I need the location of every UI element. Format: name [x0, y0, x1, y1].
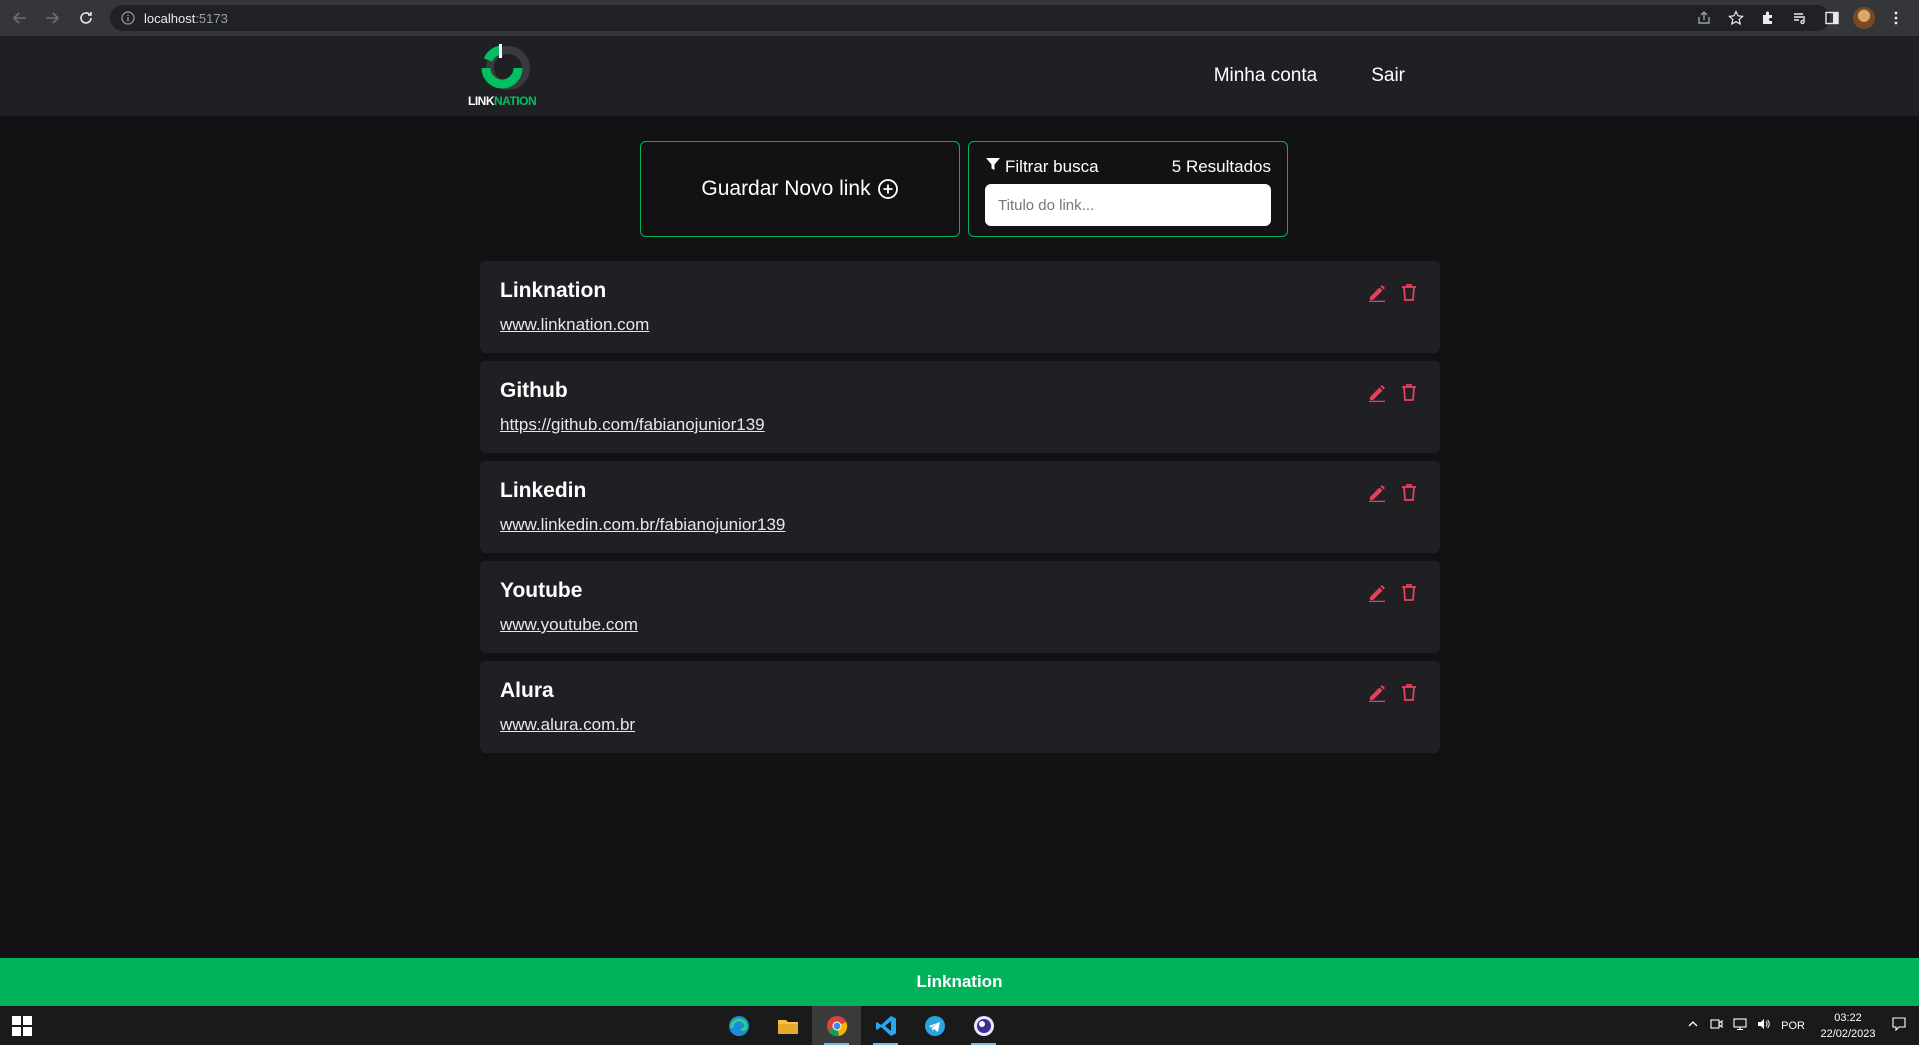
link-title: Linkedin — [500, 479, 587, 502]
filter-panel: Filtrar busca 5 Resultados — [968, 141, 1288, 237]
logo-text: LINKNATION — [468, 94, 537, 108]
telegram-icon[interactable] — [910, 1006, 959, 1045]
link-title: Alura — [500, 679, 554, 702]
link-url[interactable]: https://github.com/fabianojunior139 — [500, 415, 765, 435]
file-explorer-icon[interactable] — [763, 1006, 812, 1045]
link-title: Youtube — [500, 579, 583, 602]
taskbar-apps — [714, 1006, 1008, 1045]
link-card: Github https://github.com/fabianojunior1… — [480, 361, 1440, 453]
clock-time: 03:22 — [1834, 1011, 1862, 1024]
delete-trash-icon[interactable] — [1398, 681, 1420, 703]
edit-pencil-icon[interactable] — [1366, 381, 1388, 403]
edit-pencil-icon[interactable] — [1366, 581, 1388, 603]
link-url[interactable]: www.linknation.com — [500, 315, 649, 335]
notification-icon[interactable] — [1891, 1016, 1907, 1035]
chevron-up-icon[interactable] — [1687, 1018, 1699, 1033]
nav-sair[interactable]: Sair — [1371, 65, 1405, 87]
delete-trash-icon[interactable] — [1398, 381, 1420, 403]
language-indicator[interactable]: POR — [1781, 1020, 1805, 1032]
edit-pencil-icon[interactable] — [1366, 281, 1388, 303]
info-icon[interactable] — [120, 10, 136, 26]
new-link-button[interactable]: Guardar Novo link — [640, 141, 960, 237]
link-url[interactable]: www.linkedin.com.br/fabianojunior139 — [500, 515, 785, 535]
delete-trash-icon[interactable] — [1398, 581, 1420, 603]
profile-avatar[interactable] — [1851, 5, 1877, 31]
browser-toolbar: localhost:5173 — [0, 0, 1919, 36]
delete-trash-icon[interactable] — [1398, 481, 1420, 503]
footer-label: Linknation — [916, 972, 1003, 991]
edge-icon[interactable] — [714, 1006, 763, 1045]
plus-circle-icon — [877, 178, 899, 200]
app-footer: Linknation — [0, 958, 1919, 1006]
linknation-logo[interactable]: LINKNATION — [468, 42, 540, 110]
chrome-icon[interactable] — [812, 1006, 861, 1045]
app-icon[interactable] — [959, 1006, 1008, 1045]
link-card: Linkedin www.linkedin.com.br/fabianojuni… — [480, 461, 1440, 553]
link-title: Linknation — [500, 279, 607, 302]
new-link-label: Guardar Novo link — [701, 177, 871, 200]
back-icon[interactable] — [4, 0, 36, 36]
link-list: Linknation www.linknation.com Github htt… — [480, 261, 1440, 761]
filter-search-input[interactable] — [985, 184, 1271, 226]
nav-minha-conta[interactable]: Minha conta — [1214, 65, 1318, 87]
share-icon[interactable] — [1691, 5, 1717, 31]
filter-heading: Filtrar busca — [985, 156, 1099, 177]
link-card: Linknation www.linknation.com — [480, 261, 1440, 353]
windows-taskbar: POR 03:22 22/02/2023 — [0, 1006, 1919, 1045]
extensions-icon[interactable] — [1755, 5, 1781, 31]
bookmark-star-icon[interactable] — [1723, 5, 1749, 31]
vscode-icon[interactable] — [861, 1006, 910, 1045]
reload-icon[interactable] — [70, 0, 102, 36]
link-title: Github — [500, 379, 568, 402]
edit-pencil-icon[interactable] — [1366, 681, 1388, 703]
filter-label: Filtrar busca — [1005, 156, 1099, 176]
media-queue-icon[interactable] — [1787, 5, 1813, 31]
edit-pencil-icon[interactable] — [1366, 481, 1388, 503]
forward-icon[interactable] — [36, 0, 68, 36]
link-card: Alura www.alura.com.br — [480, 661, 1440, 753]
header-nav: Minha conta Sair — [1214, 36, 1405, 116]
network-icon[interactable] — [1733, 1017, 1747, 1034]
clock[interactable]: 03:22 22/02/2023 — [1815, 1010, 1881, 1042]
app-header: LINKNATION Minha conta Sair — [0, 36, 1919, 116]
results-count: 5 Resultados — [1171, 156, 1271, 176]
meet-now-icon[interactable] — [1709, 1017, 1723, 1034]
delete-trash-icon[interactable] — [1398, 281, 1420, 303]
volume-icon[interactable] — [1757, 1017, 1771, 1034]
system-tray: POR 03:22 22/02/2023 — [1687, 1006, 1919, 1045]
browser-actions — [1691, 0, 1919, 36]
filter-icon — [985, 156, 1001, 177]
clock-date: 22/02/2023 — [1820, 1027, 1876, 1040]
url-text: localhost:5173 — [144, 10, 228, 26]
windows-start-icon[interactable] — [12, 1016, 32, 1036]
menu-icon[interactable] — [1883, 5, 1909, 31]
link-card: Youtube www.youtube.com — [480, 561, 1440, 653]
side-panel-icon[interactable] — [1819, 5, 1845, 31]
address-bar[interactable]: localhost:5173 — [110, 5, 1830, 31]
link-url[interactable]: www.alura.com.br — [500, 715, 635, 735]
link-url[interactable]: www.youtube.com — [500, 615, 638, 635]
